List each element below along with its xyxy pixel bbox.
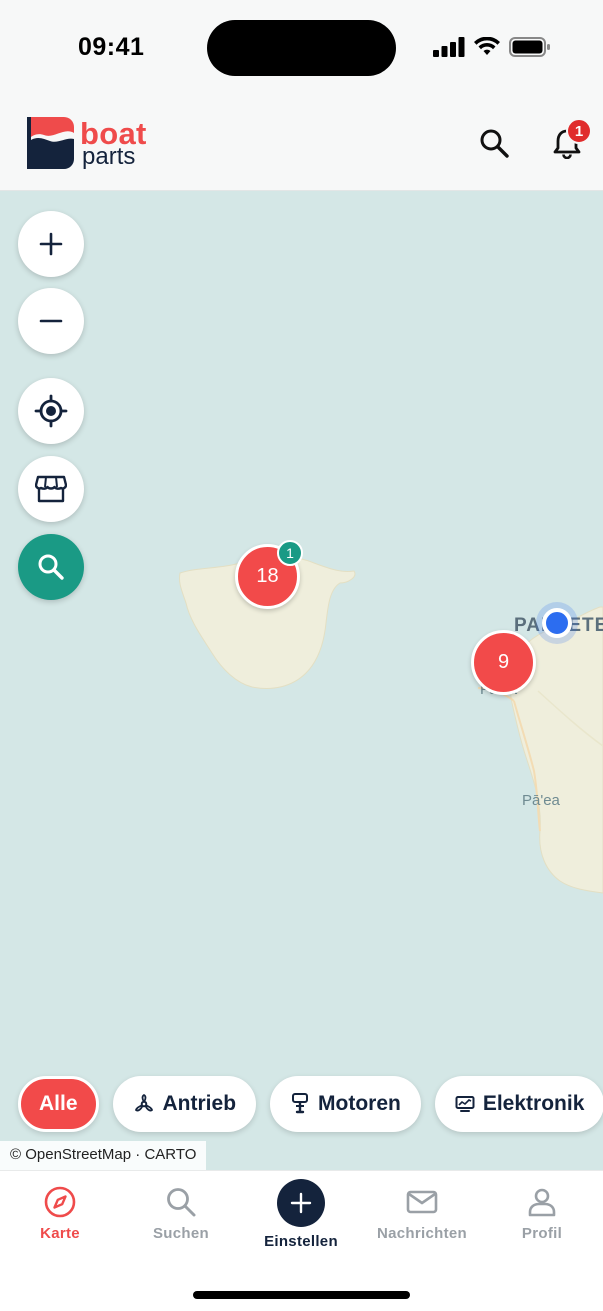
signal-icon [433,37,465,57]
monitor-icon [455,1096,475,1112]
nav-item-suchen[interactable]: Suchen [126,1185,236,1242]
status-bar: 09:41 [0,0,603,95]
store-icon [35,475,67,503]
user-icon [528,1188,556,1217]
cluster-count: 9 [497,651,510,673]
category-filter-bar: Alle Antrieb Motoren Elektronik [18,1076,603,1132]
chip-motoren[interactable]: Motoren [270,1076,421,1132]
status-icons [433,37,551,57]
plus-icon [290,1192,312,1214]
notification-badge: 1 [566,118,592,144]
search-icon [167,1188,196,1217]
nav-item-nachrichten[interactable]: Nachrichten [367,1185,477,1242]
logo-wordmark: boat parts [80,118,147,169]
chip-label: Alle [39,1092,78,1115]
minus-icon [39,319,63,323]
cluster-new-badge: 1 [277,540,303,566]
bottom-nav: Karte Suchen Einstellen Nachrichten Prof… [0,1170,603,1311]
shops-button[interactable] [18,456,84,522]
status-time: 09:41 [78,33,145,61]
chip-label: Antrieb [162,1092,237,1115]
dynamic-island [207,20,396,76]
zoom-in-button[interactable] [18,211,84,277]
place-label-paea: Pā'ea [522,792,560,809]
nav-item-profil[interactable]: Profil [487,1185,597,1242]
create-listing-circle [277,1179,325,1227]
compass-icon [44,1186,76,1218]
search-icon [38,554,64,580]
plus-icon [39,232,63,256]
propeller-icon [134,1093,153,1112]
search-icon [480,129,509,158]
nav-item-karte[interactable]: Karte [5,1185,115,1242]
crosshair-icon [34,394,68,428]
chip-all[interactable]: Alle [18,1076,99,1132]
nav-label-nachrichten: Nachrichten [377,1225,467,1242]
nav-item-einstellen[interactable]: Einstellen [246,1179,356,1250]
header-search-button[interactable] [478,127,510,159]
boatparts-logo[interactable]: boat parts [26,115,147,171]
user-location-dot [542,608,572,638]
nav-label-profil: Profil [521,1225,563,1242]
wifi-icon [474,37,500,55]
outboard-motor-icon [292,1093,309,1114]
app-header: boat parts [0,95,603,191]
chip-label: Elektronik [482,1092,585,1115]
home-indicator[interactable] [193,1291,410,1299]
nav-label-einstellen: Einstellen [264,1233,338,1250]
chip-label: Motoren [318,1092,401,1115]
nav-label-karte: Karte [40,1225,80,1242]
chip-elektronik[interactable]: Elektronik [434,1076,603,1132]
cluster-count: 18 [256,565,279,587]
map-search-button[interactable] [18,534,84,600]
listing-cluster-tahiti[interactable]: 9 [471,630,536,695]
zoom-out-button[interactable] [18,288,84,354]
mail-icon [406,1190,438,1214]
chip-antrieb[interactable]: Antrieb [112,1076,257,1132]
locate-me-button[interactable] [18,378,84,444]
map-view[interactable]: PAPEETE Faa'a Pā'ea [0,191,603,1170]
map-attribution[interactable]: © OpenStreetMap · CARTO [0,1141,207,1170]
battery-icon [509,37,550,57]
flag-logo-icon [27,117,74,169]
nav-label-suchen: Suchen [153,1225,209,1242]
